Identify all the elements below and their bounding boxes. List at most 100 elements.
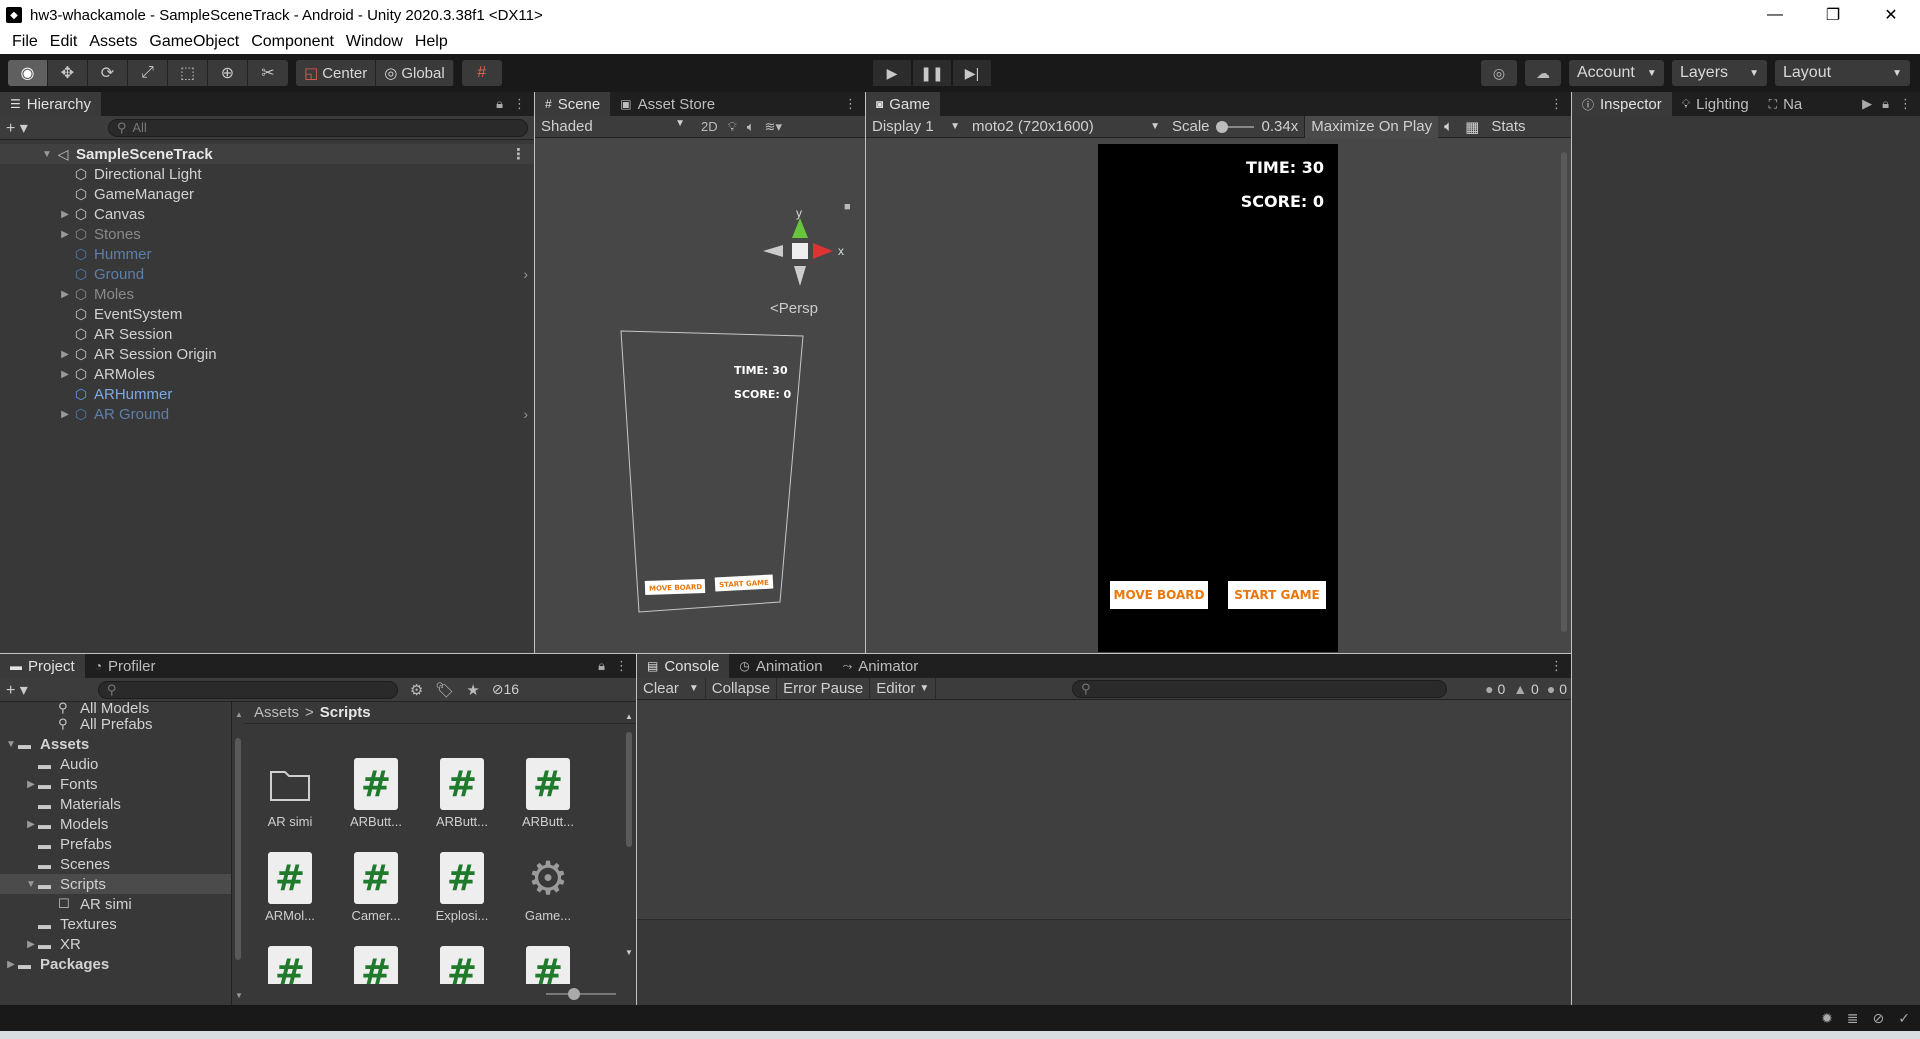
pivot-center-button[interactable]: ◱ Center (296, 60, 377, 86)
tab-project[interactable]: ▬ Project (0, 654, 85, 678)
cloud-icon[interactable]: ☁ (1525, 60, 1561, 86)
hierarchy-item[interactable]: ⬡ ARHummer (0, 384, 534, 404)
project-folder-item[interactable]: ▶ ▬ Models (0, 814, 231, 834)
play-button[interactable]: ▶ (873, 60, 911, 86)
icon-size-slider[interactable] (546, 988, 616, 1000)
warning-count-toggle[interactable]: ▲ 0 (1513, 681, 1539, 697)
gizmo-x-axis[interactable] (813, 243, 833, 259)
file-grid-scrollbar[interactable]: ▲ ▼ (624, 712, 634, 957)
pause-button[interactable]: ❚❚ (913, 60, 951, 86)
create-asset-button[interactable]: + ▾ (6, 680, 28, 700)
tab-console[interactable]: ▤ Console (637, 654, 730, 678)
expand-arrow-icon[interactable]: ▶ (58, 369, 72, 380)
game-view-screen[interactable]: TIME: 30 SCORE: 0 MOVE BOARD START GAME (1098, 144, 1338, 652)
expand-arrow-icon[interactable]: ▶ (58, 409, 72, 420)
project-folder-item[interactable]: ☐ AR simi (0, 894, 231, 914)
progress-check-icon[interactable]: ✓ (1898, 1010, 1910, 1027)
maximize-on-play-toggle[interactable]: Maximize On Play (1304, 115, 1439, 138)
persp-label[interactable]: <Persp (770, 300, 818, 317)
tab-navigation[interactable]: ⛶ Na (1759, 92, 1813, 116)
scrollbar-thumb[interactable] (235, 738, 241, 960)
expand-arrow-icon[interactable]: ▶ (24, 779, 38, 790)
editor-dropdown[interactable]: Editor ▼ (870, 677, 937, 700)
scroll-up-icon[interactable]: ▲ (235, 710, 243, 719)
lock-icon[interactable]: 🔒︎ (598, 658, 605, 674)
resolution-dropdown[interactable]: moto2 (720x1600) ▼ (966, 116, 1166, 138)
hidden-packages-toggle[interactable]: ⊘16 (492, 681, 519, 698)
restore-button[interactable]: ❐ (1804, 0, 1862, 30)
project-folder-item[interactable]: ▼ ▬ Scripts (0, 874, 231, 894)
console-log-area[interactable] (637, 700, 1571, 920)
project-folder-item[interactable]: ▶ ▬ XR (0, 934, 231, 954)
breadcrumb-scripts[interactable]: Scripts (320, 704, 371, 721)
scrollbar-thumb[interactable] (626, 732, 632, 847)
tab-animator[interactable]: ⤳ Animator (833, 654, 929, 678)
minimize-button[interactable]: — (1746, 0, 1804, 30)
step-button[interactable]: ▶| (953, 60, 991, 86)
space-global-button[interactable]: ◎ Global (376, 60, 454, 86)
hierarchy-item[interactable]: ⬡ Directional Light (0, 164, 534, 184)
transform-tool-icon[interactable]: ⊕ (208, 60, 248, 86)
script-asset[interactable]: # ARButt... (336, 758, 416, 829)
scale-slider-knob[interactable] (1215, 120, 1228, 133)
expand-arrow-icon[interactable]: ▼ (40, 149, 54, 160)
layers-dropdown[interactable]: Layers ▼ (1672, 60, 1767, 86)
hierarchy-item[interactable]: ⬡ EventSystem (0, 304, 534, 324)
rotate-tool-icon[interactable]: ⟳ (88, 60, 128, 86)
scroll-down-icon[interactable]: ▼ (625, 948, 633, 957)
kebab-menu-icon[interactable]: ⋮ (513, 96, 526, 112)
2d-toggle[interactable]: 2D (701, 119, 718, 134)
menu-help[interactable]: Help (409, 33, 454, 51)
display-dropdown[interactable]: Display 1 ▼ (866, 116, 966, 138)
lock-icon[interactable]: 🔒︎ (1882, 96, 1889, 112)
menu-window[interactable]: Window (340, 33, 409, 51)
project-search-input[interactable]: ⚲ (97, 680, 398, 699)
audio-toggle-icon[interactable]: 🔈︎ (747, 119, 755, 135)
script-asset[interactable]: # Explosi... (422, 852, 502, 923)
script-asset[interactable]: # Camer... (336, 852, 416, 923)
start-game-button[interactable]: START GAME (1228, 581, 1326, 609)
tab-game[interactable]: ◙ Game (866, 92, 941, 116)
cache-server-icon[interactable]: ≣ (1847, 1010, 1859, 1027)
tab-animation[interactable]: ◷ Animation (729, 654, 832, 678)
kebab-menu-icon[interactable]: ⋮ (844, 96, 857, 112)
scene-gizmo[interactable]: y x (763, 206, 844, 286)
move-board-button[interactable]: MOVE BOARD (1110, 581, 1208, 609)
folder-asset[interactable]: AR simi (250, 758, 330, 829)
project-tree-scrollbar[interactable]: ▲ ▼ (234, 710, 243, 1000)
kebab-menu-icon[interactable]: ⋮ (1550, 658, 1563, 674)
script-asset[interactable]: # (508, 946, 588, 984)
shading-mode-dropdown[interactable]: Shaded ▼ (541, 118, 691, 135)
menu-gameobject[interactable]: GameObject (143, 33, 245, 51)
close-button[interactable]: ✕ (1862, 0, 1920, 30)
scroll-down-icon[interactable]: ▼ (235, 991, 243, 1000)
script-asset[interactable]: # ARButt... (508, 758, 588, 829)
tab-profiler[interactable]: ◔ Profiler (85, 654, 166, 678)
scene-viewport[interactable]: y x ■ <Persp TIME: 30 SCORE: 0 MOVE BOAR… (535, 138, 865, 653)
gizmos-grid-icon[interactable]: ▦ (1459, 116, 1485, 138)
script-asset[interactable]: # (250, 946, 330, 984)
hierarchy-item[interactable]: ▶ ⬡ AR Session Origin (0, 344, 534, 364)
expand-arrow-icon[interactable]: ▼ (24, 879, 38, 890)
expand-arrow-icon[interactable]: ▶ (4, 959, 18, 970)
lighting-toggle-icon[interactable]: 💡︎ (728, 119, 737, 135)
icon-size-slider-knob[interactable] (568, 988, 580, 1000)
filter-by-type-icon[interactable]: ⚙ (410, 681, 423, 699)
scale-slider[interactable] (1215, 120, 1254, 133)
project-folder-item[interactable]: ▬ Materials (0, 794, 231, 814)
game-scrollbar[interactable] (1561, 152, 1567, 632)
console-search-input[interactable]: ⚲ (1072, 680, 1447, 698)
hierarchy-item[interactable]: ▶ ⬡ ARMoles (0, 364, 534, 384)
open-prefab-chevron-icon[interactable]: › (523, 406, 528, 422)
move-tool-icon[interactable]: ✥ (48, 60, 88, 86)
kebab-menu-icon[interactable]: ⋮ (1899, 96, 1912, 112)
open-prefab-chevron-icon[interactable]: › (523, 266, 528, 282)
menu-file[interactable]: File (6, 33, 44, 51)
hierarchy-item[interactable]: ⬡ AR Session (0, 324, 534, 344)
project-folder-item[interactable]: ▬ Prefabs (0, 834, 231, 854)
kebab-menu-icon[interactable]: ⋮ (511, 145, 526, 163)
filter-by-label-icon[interactable]: 🏷︎ (435, 681, 454, 699)
tab-hierarchy[interactable]: ☰ Hierarchy (0, 92, 101, 116)
clear-button[interactable]: Clear ▼ (637, 677, 706, 700)
lock-icon[interactable]: 🔒︎ (496, 96, 503, 112)
